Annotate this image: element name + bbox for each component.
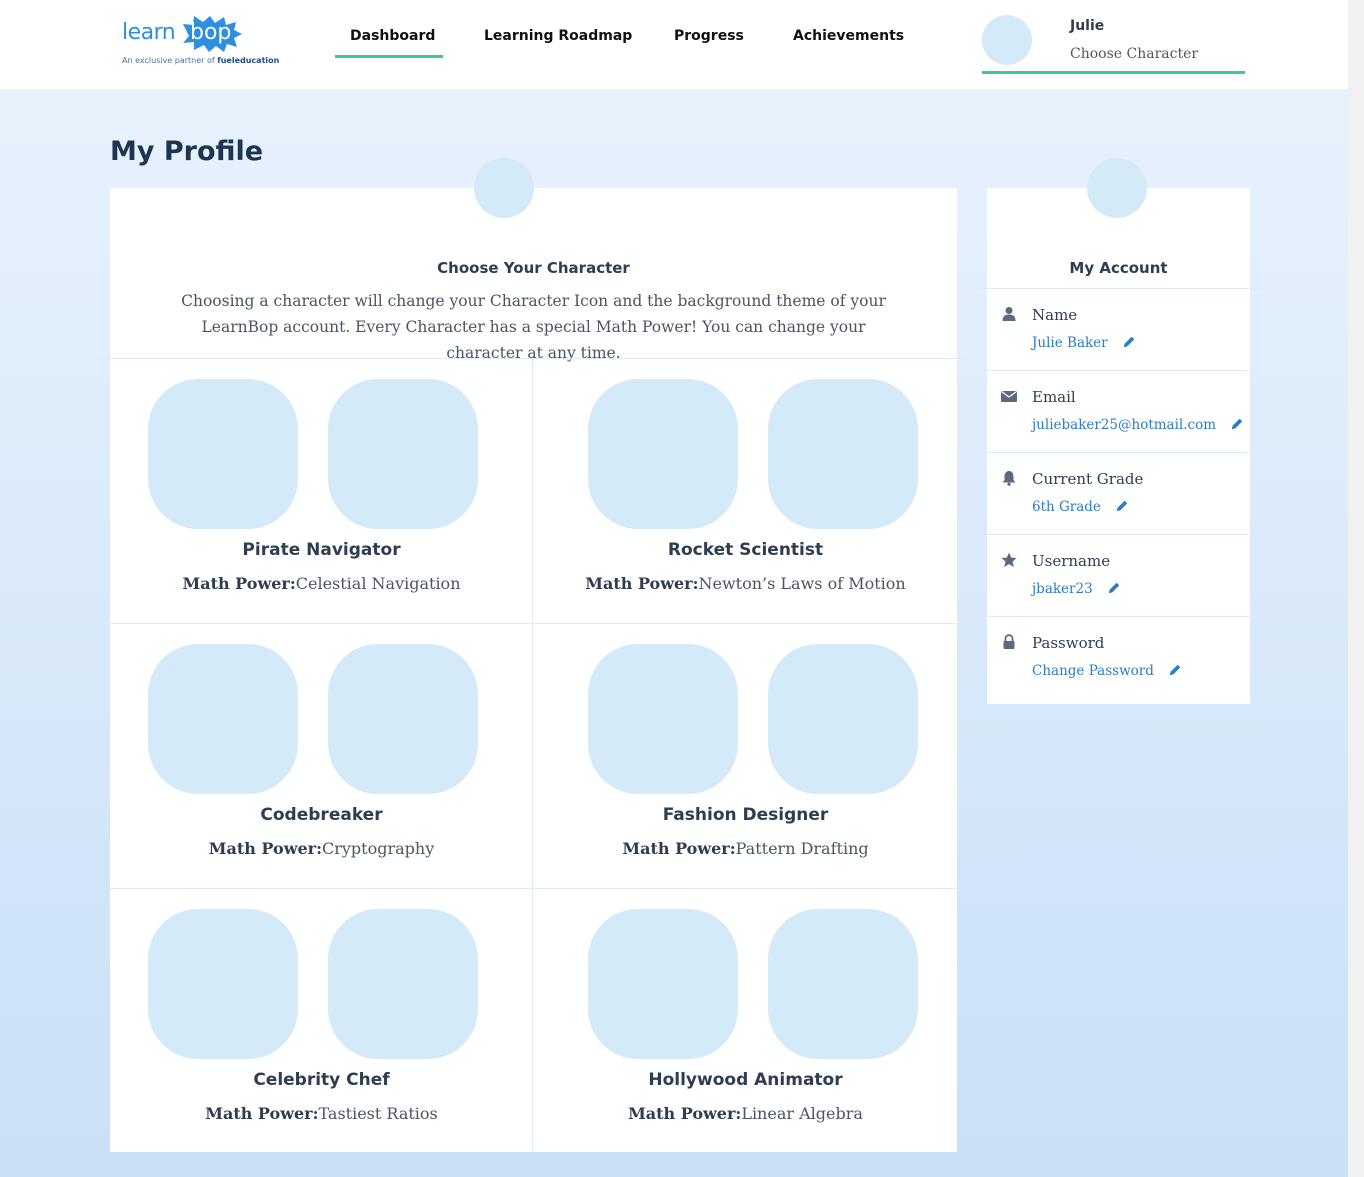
account-panel-badge [1087,158,1147,218]
character-panel-heading: Choose Your Character [437,259,630,277]
character-power: Math Power:Newton’s Laws of Motion [534,574,957,593]
logo-partner-text: An exclusive partner of [122,56,215,65]
learnbop-logo[interactable]: learn bop An exclusive partner of fueled… [122,16,284,70]
account-field-value-text[interactable]: Change Password [1032,663,1154,679]
user-name[interactable]: Julie [1070,18,1104,34]
character-power: Math Power:Celestial Navigation [110,574,533,593]
math-power-value: Celestial Navigation [295,574,461,593]
page-title: My Profile [110,136,264,167]
account-row-email: Email juliebaker25@hotmail.com [987,370,1250,452]
character-name: Hollywood Animator [648,1070,843,1090]
math-power-label: Math Power: [585,574,699,593]
account-row-name: Name Julie Baker [987,288,1250,370]
character-card-hollywood-animator[interactable]: Hollywood Animator Math Power:Linear Alg… [534,889,957,1153]
character-card-celebrity-chef[interactable]: Celebrity Chef Math Power:Tastiest Ratio… [110,889,533,1153]
math-power-value: Newton’s Laws of Motion [698,574,906,593]
math-power-value: Cryptography [321,839,435,858]
character-power: Math Power:Pattern Drafting [534,839,957,858]
character-image[interactable] [588,909,738,1059]
pencil-edit-icon[interactable] [1230,417,1244,431]
character-panel: Choose Your Character Choosing a charact… [96,158,971,1153]
account-field-value[interactable]: jbaker23 [1032,581,1121,597]
top-header: learn bop An exclusive partner of fueled… [0,0,1348,89]
account-field-label: Username [1032,552,1111,570]
nav-progress[interactable]: Progress [674,28,744,44]
user-avatar[interactable] [982,15,1032,65]
character-image[interactable] [328,379,478,529]
character-name: Fashion Designer [662,805,829,825]
character-power: Math Power:Cryptography [110,839,533,858]
logo-bop-text: bop [190,20,232,45]
nav-active-indicator [335,55,443,58]
logo-learn-text: learn [122,20,176,45]
envelope-icon [1001,390,1017,402]
account-field-label: Name [1032,306,1078,324]
character-panel-badge [474,158,534,218]
character-name: Pirate Navigator [242,540,401,560]
character-name: Codebreaker [260,805,383,825]
user-menu-indicator [982,71,1245,74]
character-image[interactable] [768,909,918,1059]
account-field-value[interactable]: juliebaker25@hotmail.com [1032,417,1244,433]
logo-partner-name: fueleducation [217,56,280,65]
account-field-value-text[interactable]: 6th Grade [1032,499,1101,515]
choose-character-link[interactable]: Choose Character [1070,46,1198,62]
character-name: Rocket Scientist [667,540,824,560]
account-field-value[interactable]: Julie Baker [1032,335,1136,351]
character-panel-description: Choosing a character will change your Ch… [181,292,886,362]
character-card-pirate-navigator[interactable]: Pirate Navigator Math Power:Celestial Na… [110,359,533,623]
character-image[interactable] [588,644,738,794]
math-power-label: Math Power: [182,574,296,593]
character-image[interactable] [148,379,298,529]
account-field-label: Email [1032,388,1076,406]
account-row-grade: Current Grade 6th Grade [987,452,1250,534]
math-power-value: Linear Algebra [741,1104,863,1123]
math-power-value: Tastiest Ratios [318,1104,438,1123]
character-power: Math Power:Linear Algebra [534,1104,957,1123]
bell-icon [1002,471,1016,486]
page-scrollbar[interactable] [1348,0,1364,1177]
math-power-label: Math Power: [205,1104,319,1123]
account-field-value-text[interactable]: jbaker23 [1032,581,1093,597]
math-power-label: Math Power: [628,1104,742,1123]
account-field-label: Current Grade [1032,470,1144,488]
account-row-username: Username jbaker23 [987,534,1250,616]
character-power: Math Power:Tastiest Ratios [110,1104,533,1123]
change-password-link[interactable]: Change Password [1032,663,1182,679]
character-name: Celebrity Chef [253,1070,390,1090]
character-image[interactable] [768,644,918,794]
account-field-value-text[interactable]: Julie Baker [1032,335,1108,351]
account-panel: My Account Name Julie Baker Email julieb… [973,158,1264,704]
account-panel-heading: My Account [1069,259,1168,277]
character-card-codebreaker[interactable]: Codebreaker Math Power:Cryptography [110,624,533,888]
nav-dashboard[interactable]: Dashboard [350,28,435,44]
character-image[interactable] [148,909,298,1059]
user-icon [1002,307,1016,321]
math-power-label: Math Power: [622,839,736,858]
logo-partner-line: An exclusive partner of fueleducation [122,56,279,65]
pencil-edit-icon[interactable] [1107,581,1121,595]
lock-icon [1003,634,1015,649]
character-image[interactable] [148,644,298,794]
character-image[interactable] [768,379,918,529]
pencil-edit-icon[interactable] [1122,335,1136,349]
star-icon [1001,552,1017,567]
pencil-edit-icon[interactable] [1115,499,1129,513]
character-image[interactable] [588,379,738,529]
nav-learning-roadmap[interactable]: Learning Roadmap [484,28,632,44]
character-card-fashion-designer[interactable]: Fashion Designer Math Power:Pattern Draf… [534,624,957,888]
character-card-rocket-scientist[interactable]: Rocket Scientist Math Power:Newton’s Law… [534,359,957,623]
nav-achievements[interactable]: Achievements [793,28,904,44]
math-power-value: Pattern Drafting [735,839,869,858]
pencil-edit-icon[interactable] [1168,663,1182,677]
character-image[interactable] [328,644,478,794]
math-power-label: Math Power: [208,839,322,858]
account-field-value-text[interactable]: juliebaker25@hotmail.com [1032,417,1216,433]
character-image[interactable] [328,909,478,1059]
account-field-label: Password [1032,634,1105,652]
account-row-password: Password Change Password [987,616,1250,698]
account-field-value[interactable]: 6th Grade [1032,499,1129,515]
